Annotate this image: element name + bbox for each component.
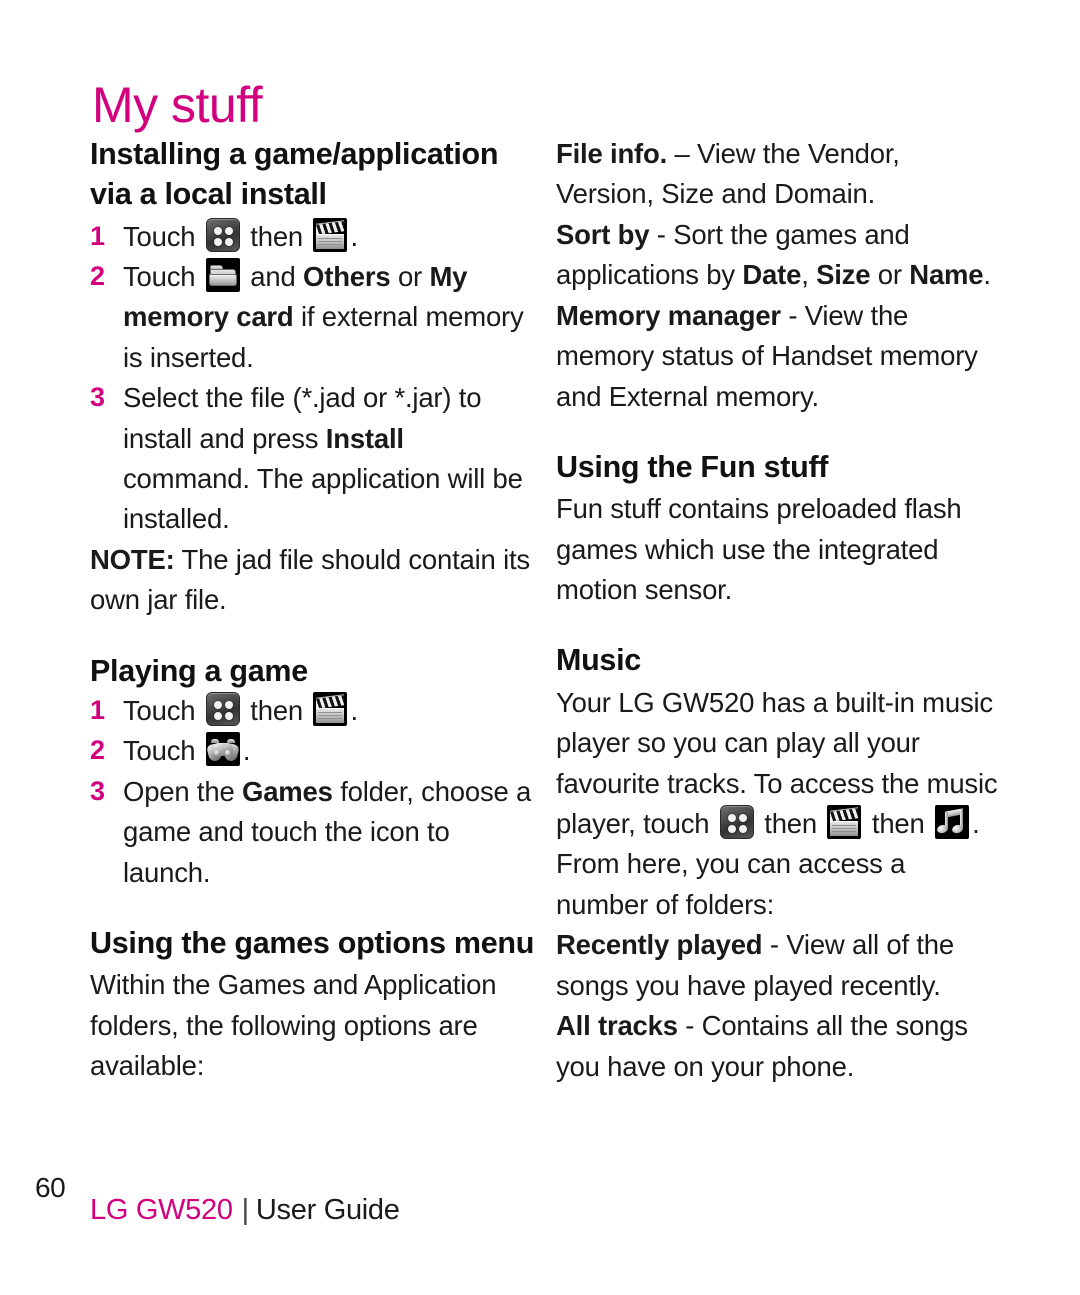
playing-step-2: 2 Touch . bbox=[90, 731, 536, 771]
note-paragraph: NOTE: The jad file should contain its ow… bbox=[90, 540, 536, 621]
grid-icon bbox=[205, 691, 240, 726]
bold-size: Size bbox=[816, 259, 871, 291]
step-text: Select the file (*.jad or *.jar) to inst… bbox=[123, 382, 482, 454]
document-page: My stuff Installing a game/application v… bbox=[0, 0, 1080, 1295]
right-column: File info. – View the Vendor, Version, S… bbox=[556, 134, 1002, 1087]
clapperboard-icon bbox=[313, 691, 348, 726]
recently-played-paragraph: Recently played - View all of the songs … bbox=[556, 925, 1002, 1006]
step-number: 1 bbox=[90, 220, 105, 251]
music-note-icon bbox=[935, 804, 970, 839]
music-then-1: then bbox=[764, 807, 817, 839]
fun-stuff-paragraph: Fun stuff contains preloaded flash games… bbox=[556, 493, 962, 606]
step-text: Open the bbox=[123, 775, 235, 807]
footer-brand: LG GW520 bbox=[90, 1194, 233, 1226]
step-text: command. The application will be install… bbox=[123, 463, 523, 535]
left-column: Installing a game/application via a loca… bbox=[90, 134, 536, 1087]
folder-icon bbox=[205, 257, 240, 292]
step-text: or bbox=[397, 260, 422, 292]
bold-name: Name bbox=[909, 259, 984, 291]
recently-played-label: Recently played bbox=[556, 929, 763, 961]
step-text: Touch bbox=[123, 735, 196, 767]
gamepad-icon bbox=[205, 732, 240, 767]
sort-by-separator: , bbox=[801, 259, 809, 291]
step-text: Touch bbox=[123, 260, 196, 292]
heading-using-fun-stuff: Using the Fun stuff bbox=[556, 449, 829, 484]
footer: LG GW520 | User Guide bbox=[90, 1194, 400, 1227]
step-text: . bbox=[350, 220, 358, 252]
install-step-3: 3 Select the file (*.jad or *.jar) to in… bbox=[90, 378, 536, 540]
clapperboard-icon bbox=[313, 217, 348, 252]
memory-manager-label: Memory manager bbox=[556, 299, 781, 331]
grid-icon bbox=[205, 217, 240, 252]
step-text: . bbox=[350, 694, 358, 726]
step-text: then bbox=[250, 694, 304, 726]
step-text: . bbox=[242, 735, 251, 767]
sort-by-paragraph: Sort by - Sort the games and application… bbox=[556, 215, 1002, 296]
file-info-label: File info. bbox=[556, 138, 668, 169]
options-intro-paragraph: Within the Games and Application folders… bbox=[90, 969, 497, 1082]
page-number: 60 bbox=[35, 1172, 66, 1203]
install-steps-list: 1 Touch then . 2 Touch and Others or My … bbox=[90, 217, 536, 540]
install-step-2: 2 Touch and Others or My memory card if … bbox=[90, 257, 536, 378]
heading-games-options-menu: Using the games options menu bbox=[90, 926, 535, 961]
music-paragraph: Your LG GW520 has a built-in music playe… bbox=[556, 683, 1002, 926]
sort-by-end: . bbox=[983, 259, 991, 291]
playing-step-3: 3 Open the Games folder, choose a game a… bbox=[90, 772, 536, 893]
step-number: 3 bbox=[90, 382, 105, 413]
grid-icon bbox=[719, 804, 754, 839]
music-then-2: then bbox=[871, 807, 925, 839]
step-text: and bbox=[250, 260, 296, 292]
playing-step-1: 1 Touch then . bbox=[90, 691, 536, 731]
heading-playing-a-game: Playing a game bbox=[90, 653, 308, 688]
file-info-paragraph: File info. – View the Vendor, Version, S… bbox=[556, 134, 1002, 215]
bold-install: Install bbox=[325, 422, 404, 454]
all-tracks-label: All tracks bbox=[556, 1010, 678, 1042]
memory-manager-paragraph: Memory manager - View the memory status … bbox=[556, 296, 1002, 417]
step-number: 3 bbox=[90, 775, 105, 806]
sort-by-conjunction: or bbox=[877, 259, 902, 291]
page-title: My stuff bbox=[92, 76, 263, 133]
all-tracks-paragraph: All tracks - Contains all the songs you … bbox=[556, 1006, 1002, 1087]
sort-by-label: Sort by bbox=[556, 218, 650, 250]
heading-installing-game: Installing a game/application via a loca… bbox=[90, 137, 499, 212]
bold-others: Others bbox=[303, 260, 391, 292]
step-number: 2 bbox=[90, 735, 105, 766]
step-number: 1 bbox=[90, 694, 105, 725]
install-step-1: 1 Touch then . bbox=[90, 217, 536, 257]
bold-date: Date bbox=[742, 259, 802, 291]
step-text: then bbox=[250, 220, 304, 252]
step-text: Touch bbox=[123, 694, 196, 726]
bold-games: Games bbox=[242, 775, 333, 807]
footer-guide-label: User Guide bbox=[255, 1194, 400, 1226]
footer-divider: | bbox=[241, 1194, 250, 1226]
heading-music: Music bbox=[556, 643, 641, 678]
note-label: NOTE: bbox=[90, 543, 175, 575]
clapperboard-icon bbox=[827, 804, 862, 839]
step-number: 2 bbox=[90, 260, 105, 291]
step-text: Touch bbox=[123, 220, 196, 252]
playing-steps-list: 1 Touch then . 2 Touch . 3 Open the Game… bbox=[90, 691, 536, 893]
